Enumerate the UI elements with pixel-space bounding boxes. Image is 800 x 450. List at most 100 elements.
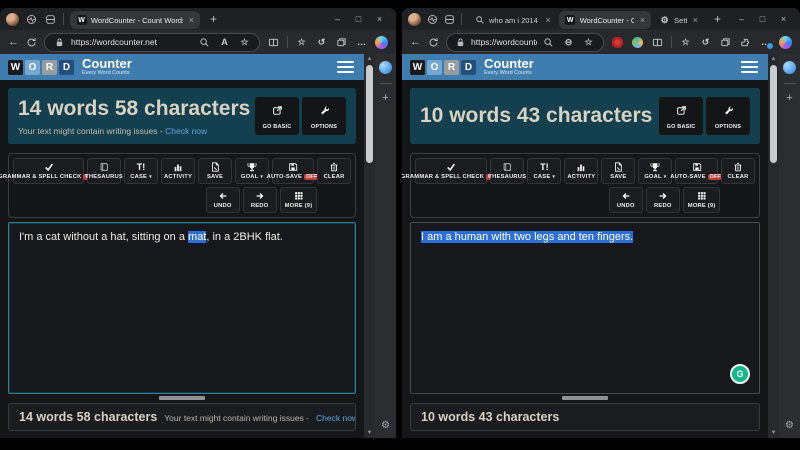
- close-button[interactable]: ×: [369, 10, 390, 28]
- toolbar-thesaurus[interactable]: THESAURUS: [490, 158, 524, 184]
- go-basic-button[interactable]: GO BASIC: [255, 97, 299, 135]
- history-icon[interactable]: ↺: [315, 36, 328, 49]
- copilot-sidebar-icon[interactable]: [379, 61, 392, 74]
- magnifier-icon[interactable]: [542, 36, 555, 49]
- extensions-icon[interactable]: [739, 36, 752, 49]
- toolbar-grammar-spell-check[interactable]: GRAMMAR & SPELL CHECKOFF: [415, 158, 487, 184]
- sidebar-settings-icon[interactable]: ⚙: [785, 421, 794, 431]
- scroll-down-icon[interactable]: ▼: [771, 428, 777, 438]
- sidebar-add-icon[interactable]: +: [786, 93, 792, 104]
- toolbar-thesaurus[interactable]: THESAURUS: [87, 158, 121, 184]
- toolbar-save[interactable]: SAVE: [601, 158, 635, 184]
- browser-tab[interactable]: ⚙Settings×: [653, 11, 704, 29]
- star-icon[interactable]: ☆: [238, 36, 251, 49]
- sidebar-settings-icon[interactable]: ⚙: [381, 421, 390, 431]
- toolbar-clear[interactable]: CLEAR: [317, 158, 351, 184]
- scrollbar-thumb[interactable]: [770, 65, 777, 163]
- toolbar-more-9[interactable]: MORE (9): [280, 187, 318, 213]
- minimize-button[interactable]: –: [731, 10, 752, 28]
- magnifier-icon[interactable]: [198, 36, 211, 49]
- toolbar-clear[interactable]: CLEAR: [721, 158, 755, 184]
- toolbar-goal[interactable]: GOAL▾: [638, 158, 672, 184]
- browser-tab[interactable]: WWordCounter - Count Words & C×: [70, 11, 200, 29]
- toolbar-undo[interactable]: UNDO: [206, 187, 240, 213]
- toolbar-redo[interactable]: REDO: [243, 187, 277, 213]
- favstar-icon[interactable]: ☆: [295, 36, 308, 49]
- scrollbar-thumb[interactable]: [366, 65, 373, 163]
- browser-essentials-icon[interactable]: [25, 13, 38, 26]
- readaloud-icon[interactable]: A: [218, 36, 231, 49]
- check-now-link[interactable]: Check now: [316, 413, 356, 423]
- menu-icon[interactable]: [335, 59, 356, 76]
- toolbar-auto-save[interactable]: AUTO-SAVEOFF: [272, 158, 314, 184]
- toolbar-grammar-spell-check[interactable]: GRAMMAR & SPELL CHECKOFF: [13, 158, 84, 184]
- toolbar-activity[interactable]: ACTIVITY: [564, 158, 598, 184]
- refresh-icon[interactable]: [428, 37, 439, 48]
- new-tab-button[interactable]: +: [206, 13, 221, 25]
- tab-close-icon[interactable]: ×: [543, 15, 550, 25]
- browser-tab[interactable]: who am i 2014 - Search×: [468, 11, 557, 29]
- tab-close-icon[interactable]: ×: [638, 15, 645, 25]
- favstar-icon[interactable]: ☆: [679, 36, 692, 49]
- grammarly-icon[interactable]: G: [730, 364, 750, 384]
- sidebar-add-icon[interactable]: +: [382, 93, 388, 104]
- options-button[interactable]: OPTIONS: [706, 97, 750, 135]
- split-icon[interactable]: [651, 36, 664, 49]
- copilot-icon[interactable]: [375, 36, 388, 49]
- back-icon[interactable]: ←: [8, 37, 19, 48]
- reader-icon[interactable]: ⊖: [562, 36, 575, 49]
- browser-essentials-icon[interactable]: [427, 13, 438, 26]
- ext-multi-icon[interactable]: [631, 36, 644, 49]
- close-button[interactable]: ×: [773, 10, 794, 28]
- toolbar-auto-save[interactable]: AUTO-SAVEOFF: [675, 158, 718, 184]
- copilot-sidebar-icon[interactable]: [783, 61, 796, 74]
- text-editor[interactable]: I am a human with two legs and ten finge…: [410, 222, 760, 394]
- toolbar-label: GRAMMAR & SPELL CHECKOFF: [402, 174, 502, 180]
- collections-icon[interactable]: [335, 36, 348, 49]
- page-scrollbar[interactable]: ▲ ▼: [768, 54, 779, 438]
- text-editor[interactable]: I'm a cat without a hat, sitting on a ma…: [8, 222, 356, 394]
- history-icon[interactable]: ↺: [699, 36, 712, 49]
- toolbar-save[interactable]: SAVE: [198, 158, 232, 184]
- scroll-down-icon[interactable]: ▼: [367, 428, 373, 438]
- back-icon[interactable]: ←: [410, 37, 421, 48]
- scroll-up-icon[interactable]: ▲: [367, 54, 373, 64]
- options-button[interactable]: OPTIONS: [302, 97, 346, 135]
- star-icon[interactable]: ☆: [582, 36, 595, 49]
- textarea-resize-handle[interactable]: [8, 394, 356, 403]
- address-bar[interactable]: https://wordcounter.net A☆: [44, 33, 260, 52]
- toolbar-case[interactable]: T!CASE▾: [124, 158, 158, 184]
- toolbar-case[interactable]: T!CASE▾: [527, 158, 561, 184]
- menu-icon[interactable]: [739, 59, 760, 76]
- minimize-button[interactable]: –: [327, 10, 348, 28]
- browser-tab[interactable]: WWordCounter - Count Wo×: [559, 11, 651, 29]
- ellipsis-blue-icon[interactable]: …: [759, 36, 772, 49]
- new-tab-button[interactable]: +: [710, 13, 725, 25]
- collections-icon[interactable]: [719, 36, 732, 49]
- check-now-link[interactable]: Check now: [165, 126, 207, 136]
- workspaces-icon[interactable]: [44, 13, 57, 26]
- toolbar-goal[interactable]: GOAL▾: [235, 158, 269, 184]
- ellipsis-icon[interactable]: …: [355, 36, 368, 49]
- refresh-icon[interactable]: [26, 37, 37, 48]
- copilot-icon[interactable]: [779, 36, 792, 49]
- scroll-up-icon[interactable]: ▲: [771, 54, 777, 64]
- page-scrollbar[interactable]: ▲ ▼: [364, 54, 375, 438]
- maximize-button[interactable]: □: [348, 10, 369, 28]
- profile-avatar[interactable]: [6, 13, 19, 26]
- tab-close-icon[interactable]: ×: [187, 15, 194, 25]
- toolbar-more-9[interactable]: MORE (9): [683, 187, 721, 213]
- toolbar-redo[interactable]: REDO: [646, 187, 680, 213]
- page-body: 14 words 58 characters Your text might c…: [0, 80, 364, 438]
- ext-red-icon[interactable]: [611, 36, 624, 49]
- maximize-button[interactable]: □: [752, 10, 773, 28]
- go-basic-button[interactable]: GO BASIC: [659, 97, 703, 135]
- address-bar[interactable]: https://wordcounter.net ⊖☆: [446, 33, 604, 52]
- toolbar-undo[interactable]: UNDO: [609, 187, 643, 213]
- split-icon[interactable]: [267, 36, 280, 49]
- profile-avatar[interactable]: [408, 13, 421, 26]
- tab-close-icon[interactable]: ×: [691, 15, 698, 25]
- workspaces-icon[interactable]: [444, 13, 455, 26]
- textarea-resize-handle[interactable]: [410, 394, 760, 403]
- toolbar-activity[interactable]: ACTIVITY: [161, 158, 195, 184]
